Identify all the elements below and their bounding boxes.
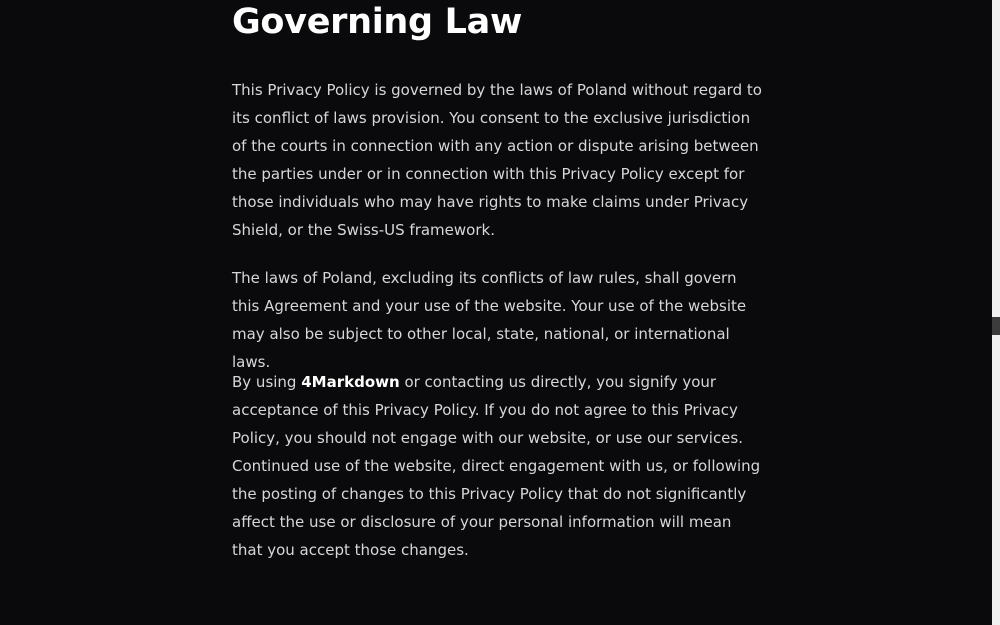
paragraph-acceptance: By using 4Markdown or contacting us dire…	[232, 368, 762, 564]
paragraph-acceptance-lead: By using	[232, 373, 302, 391]
page-viewport: Governing Law This Privacy Policy is gov…	[0, 0, 1000, 625]
scrollbar[interactable]	[992, 0, 1000, 625]
scrollbar-thumb[interactable]	[992, 317, 1000, 335]
brand-name: 4Markdown	[301, 373, 400, 391]
paragraph-acceptance-rest: or contacting us directly, you signify y…	[232, 373, 761, 559]
section-heading: Governing Law	[232, 2, 523, 42]
paragraph-laws-of-poland: The laws of Poland, excluding its confli…	[232, 269, 747, 371]
paragraph-governing-law: This Privacy Policy is governed by the l…	[232, 81, 762, 239]
